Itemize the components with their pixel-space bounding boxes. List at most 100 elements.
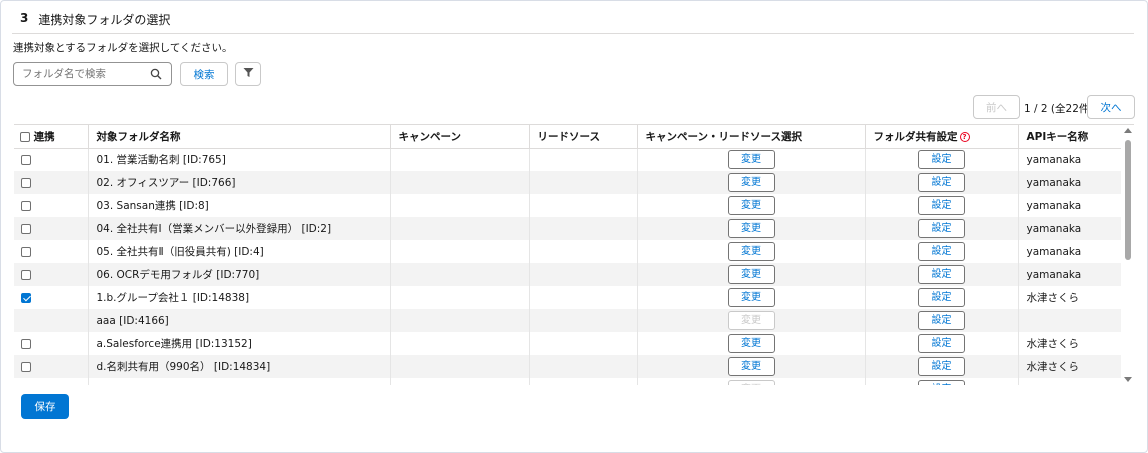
change-button[interactable]: 変更 bbox=[727, 173, 775, 192]
header-link-label: 連携 bbox=[33, 130, 55, 143]
cell-api-key bbox=[1018, 378, 1121, 385]
cell-campaign-lead-select: 変更 bbox=[637, 194, 866, 217]
cell-campaign-lead-select: 変更 bbox=[637, 240, 866, 263]
header-api-key[interactable]: APIキー名称 bbox=[1018, 125, 1121, 149]
row-checkbox[interactable] bbox=[21, 154, 31, 165]
change-button[interactable]: 変更 bbox=[727, 150, 775, 170]
filter-icon bbox=[243, 67, 254, 81]
settings-button[interactable]: 設定 bbox=[918, 334, 965, 353]
settings-button[interactable]: 設定 bbox=[918, 219, 965, 238]
help-icon[interactable]: ? bbox=[959, 131, 970, 142]
search-input[interactable] bbox=[22, 68, 152, 80]
section-title: 連携対象フォルダの選択 bbox=[38, 13, 171, 27]
table-row: 05. 全社共有Ⅱ（旧役員共有) [ID:4] 変更 設定 yamanaka bbox=[14, 240, 1121, 263]
settings-button[interactable]: 設定 bbox=[918, 196, 965, 215]
settings-button[interactable]: 設定 bbox=[918, 150, 965, 170]
folder-table: 連携 対象フォルダ名称 キャンペーン リードソース キャンペーン・リードソース選… bbox=[14, 124, 1134, 385]
cell-link bbox=[14, 286, 89, 309]
header-lead-source[interactable]: リードソース bbox=[529, 125, 638, 149]
cell-folder-name: d.名刺共有用（990名） [ID:14834] bbox=[88, 355, 391, 378]
header-folder-share-label: フォルダ共有設定 bbox=[873, 130, 958, 143]
table-row: 03. Sansan連携 [ID:8] 変更 設定 yamanaka bbox=[14, 194, 1121, 217]
table-row: 1.b.グループ会社１ [ID:14838] 変更 設定 水津さくら bbox=[14, 286, 1121, 309]
cell-campaign-lead-select: 変更 bbox=[637, 286, 866, 309]
cell-link bbox=[14, 171, 89, 194]
search-button[interactable]: 検索 bbox=[180, 62, 228, 86]
cell-folder-name: 01. 営業活動名刺 [ID:765] bbox=[88, 148, 391, 171]
prev-page-button[interactable]: 前へ bbox=[973, 95, 1020, 119]
cell-folder-name bbox=[88, 378, 391, 385]
cell-campaign-lead-select: 変更 bbox=[637, 217, 866, 240]
cell-lead-source bbox=[529, 148, 638, 171]
cell-lead-source bbox=[529, 378, 638, 385]
row-checkbox[interactable] bbox=[21, 292, 31, 303]
cell-campaign bbox=[390, 263, 530, 286]
change-button[interactable]: 変更 bbox=[727, 380, 775, 385]
change-button[interactable]: 変更 bbox=[727, 357, 775, 376]
change-button[interactable]: 変更 bbox=[727, 219, 775, 238]
change-button[interactable]: 変更 bbox=[727, 196, 775, 215]
settings-button[interactable]: 設定 bbox=[918, 288, 965, 307]
cell-api-key: yamanaka bbox=[1026, 245, 1082, 258]
cell-link bbox=[14, 309, 89, 332]
table-row: aaa [ID:4166] 変更 設定 bbox=[14, 309, 1121, 332]
select-all-checkbox[interactable] bbox=[20, 131, 30, 142]
cell-lead-source bbox=[529, 217, 638, 240]
row-checkbox[interactable] bbox=[21, 223, 31, 234]
change-button[interactable]: 変更 bbox=[727, 334, 775, 353]
header-folder-name[interactable]: 対象フォルダ名称 bbox=[88, 125, 391, 149]
row-checkbox[interactable] bbox=[21, 246, 31, 257]
search-icon[interactable] bbox=[150, 68, 162, 80]
scroll-thumb[interactable] bbox=[1125, 140, 1131, 260]
cell-link bbox=[14, 263, 89, 286]
settings-button[interactable]: 設定 bbox=[918, 173, 965, 192]
cell-folder-name: 04. 全社共有Ⅰ（営業メンバー以外登録用） [ID:2] bbox=[88, 217, 391, 240]
cell-campaign bbox=[390, 217, 530, 240]
next-page-button[interactable]: 次へ bbox=[1087, 95, 1135, 119]
cell-campaign bbox=[390, 240, 530, 263]
change-button[interactable]: 変更 bbox=[727, 311, 775, 330]
table-row: 02. オフィスツアー [ID:766] 変更 設定 yamanaka bbox=[14, 171, 1121, 194]
section-header: 3 連携対象フォルダの選択 bbox=[12, 10, 1134, 34]
cell-lead-source bbox=[529, 194, 638, 217]
header-campaign[interactable]: キャンペーン bbox=[390, 125, 530, 149]
cell-folder-name: 02. オフィスツアー [ID:766] bbox=[88, 171, 391, 194]
scroll-up-arrow-icon[interactable] bbox=[1124, 128, 1132, 133]
scrollbar[interactable] bbox=[1122, 126, 1134, 384]
cell-campaign bbox=[390, 309, 530, 332]
change-button[interactable]: 変更 bbox=[727, 265, 775, 284]
cell-folder-share: 設定 bbox=[865, 355, 1019, 378]
row-checkbox[interactable] bbox=[21, 200, 31, 211]
cell-link bbox=[14, 355, 89, 378]
settings-button[interactable]: 設定 bbox=[918, 311, 965, 330]
settings-button[interactable]: 設定 bbox=[918, 265, 965, 284]
change-button[interactable]: 変更 bbox=[727, 288, 775, 307]
table-row: a.Salesforce連携用 [ID:13152] 変更 設定 水津さくら bbox=[14, 332, 1121, 355]
scroll-down-arrow-icon[interactable] bbox=[1124, 377, 1132, 382]
cell-campaign-lead-select: 変更 bbox=[637, 263, 866, 286]
settings-button[interactable]: 設定 bbox=[918, 380, 965, 385]
cell-api-key: yamanaka bbox=[1018, 263, 1121, 286]
row-checkbox[interactable] bbox=[21, 177, 31, 188]
cell-lead-source bbox=[529, 286, 638, 309]
settings-button[interactable]: 設定 bbox=[918, 242, 965, 261]
cell-campaign bbox=[390, 194, 530, 217]
cell-folder-name: aaa [ID:4166] bbox=[88, 309, 391, 332]
row-checkbox[interactable] bbox=[21, 361, 31, 372]
search-box[interactable] bbox=[13, 62, 172, 86]
cell-campaign-lead-select: 変更 bbox=[637, 309, 866, 332]
save-button[interactable]: 保存 bbox=[21, 394, 69, 419]
header-campaign-lead-select[interactable]: キャンペーン・リードソース選択 bbox=[637, 125, 866, 149]
section-number: 3 bbox=[20, 11, 29, 25]
cell-lead-source bbox=[529, 332, 638, 355]
filter-button[interactable] bbox=[235, 62, 261, 86]
row-checkbox[interactable] bbox=[21, 269, 31, 280]
settings-button[interactable]: 設定 bbox=[918, 357, 965, 376]
table-row: 04. 全社共有Ⅰ（営業メンバー以外登録用） [ID:2] 変更 設定 yamanak… bbox=[14, 217, 1121, 240]
table-header-row: 連携 対象フォルダ名称 キャンペーン リードソース キャンペーン・リードソース選… bbox=[14, 125, 1121, 149]
header-folder-share[interactable]: フォルダ共有設定? bbox=[865, 125, 1019, 149]
cell-folder-name: 05. 全社共有Ⅱ（旧役員共有) [ID:4] bbox=[88, 240, 391, 263]
row-checkbox[interactable] bbox=[21, 338, 31, 349]
cell-api-key: yamanaka bbox=[1026, 199, 1082, 212]
change-button[interactable]: 変更 bbox=[727, 242, 775, 261]
